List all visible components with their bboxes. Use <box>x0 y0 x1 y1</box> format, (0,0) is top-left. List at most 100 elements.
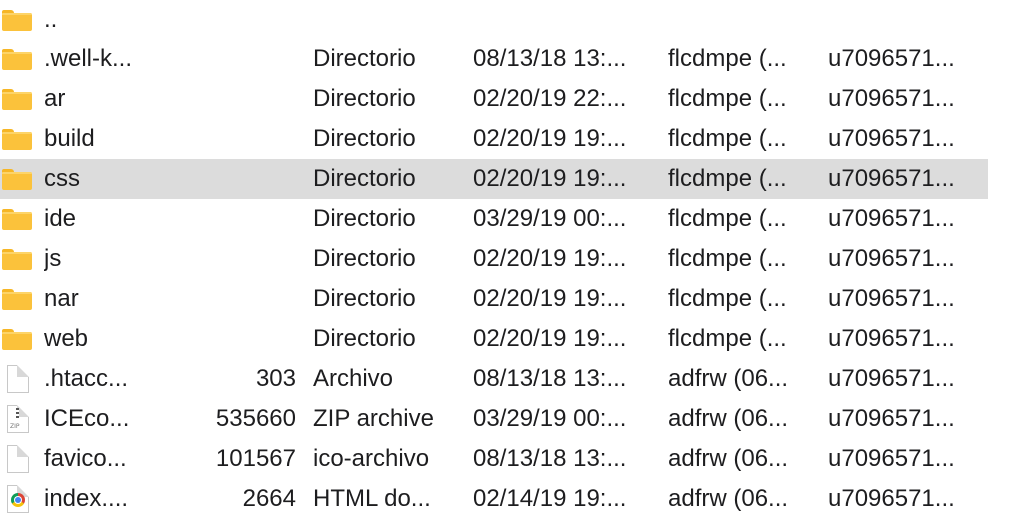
folder-icon-cell <box>2 119 32 159</box>
file-owner: adfrw (06... <box>668 445 789 472</box>
file-modified: 08/13/18 13:... <box>473 445 627 472</box>
file-row[interactable]: .well-k... Directorio 08/13/18 13:... fl… <box>0 39 988 79</box>
file-modified: 03/29/19 00:... <box>473 205 627 232</box>
file-modified: 08/13/18 13:... <box>473 365 627 392</box>
folder-icon-cell <box>2 79 32 119</box>
file-name: ar <box>44 85 66 112</box>
file-type: Directorio <box>313 245 416 272</box>
folder-icon <box>2 10 32 31</box>
file-row[interactable]: build Directorio 02/20/19 19:... flcdmpe… <box>0 119 988 159</box>
folder-icon <box>2 129 32 150</box>
file-name: web <box>44 325 89 352</box>
file-name: css <box>44 165 80 192</box>
file-owner: flcdmpe (... <box>668 85 787 112</box>
file-name: js <box>44 245 62 272</box>
file-modified: 02/20/19 19:... <box>473 285 627 312</box>
file-owner: flcdmpe (... <box>668 285 787 312</box>
file-row[interactable]: .htacc... 303 Archivo 08/13/18 13:... ad… <box>0 359 988 399</box>
file-type: Directorio <box>313 85 416 112</box>
folder-icon <box>2 169 32 190</box>
file-row[interactable]: web Directorio 02/20/19 19:... flcdmpe (… <box>0 319 988 359</box>
folder-icon-cell <box>2 319 32 359</box>
file-row[interactable]: nar Directorio 02/20/19 19:... flcdmpe (… <box>0 279 988 319</box>
chrome-html-file-icon <box>7 485 29 513</box>
folder-icon <box>2 89 32 110</box>
file-group: u7096571... <box>828 125 955 152</box>
folder-icon-cell <box>2 39 32 79</box>
file-size: 535660 <box>215 405 296 432</box>
folder-icon <box>2 329 32 350</box>
folder-icon <box>2 249 32 270</box>
file-name: .well-k... <box>44 45 133 72</box>
document-icon <box>7 445 29 473</box>
file-modified: 02/14/19 19:... <box>473 485 627 512</box>
file-type: Archivo <box>313 365 394 392</box>
file-row-parent[interactable]: .. <box>0 0 988 40</box>
file-name: ide <box>44 205 77 232</box>
file-owner: adfrw (06... <box>668 365 789 392</box>
file-owner: flcdmpe (... <box>668 205 787 232</box>
file-row[interactable]: ZIP ICEco... 535660 ZIP archive 03/29/19… <box>0 399 988 439</box>
file-modified: 02/20/19 19:... <box>473 245 627 272</box>
file-type: ZIP archive <box>313 405 434 432</box>
file-owner: adfrw (06... <box>668 405 789 432</box>
remote-file-list: .. .well-k... Directorio 08/13/18 13:...… <box>0 0 1014 526</box>
file-name: nar <box>44 285 79 312</box>
file-name: .. <box>44 6 58 33</box>
folder-icon-cell <box>2 199 32 239</box>
file-type: Directorio <box>313 205 416 232</box>
file-row[interactable]: js Directorio 02/20/19 19:... flcdmpe (.… <box>0 239 988 279</box>
document-icon <box>7 365 29 393</box>
file-type: Directorio <box>313 285 416 312</box>
file-group: u7096571... <box>828 85 955 112</box>
file-group: u7096571... <box>828 405 955 432</box>
file-owner: adfrw (06... <box>668 485 789 512</box>
file-group: u7096571... <box>828 285 955 312</box>
file-row[interactable]: index.... 2664 HTML do... 02/14/19 19:..… <box>0 479 988 519</box>
file-name: build <box>44 125 95 152</box>
file-type: Directorio <box>313 325 416 352</box>
file-owner: flcdmpe (... <box>668 325 787 352</box>
chrome-html-file-icon-cell <box>2 479 32 519</box>
document-icon-cell <box>2 439 32 479</box>
folder-icon-cell <box>2 0 32 40</box>
folder-icon <box>2 289 32 310</box>
file-modified: 02/20/19 19:... <box>473 165 627 192</box>
document-icon-cell <box>2 359 32 399</box>
file-row[interactable]: ar Directorio 02/20/19 22:... flcdmpe (.… <box>0 79 988 119</box>
folder-icon <box>2 209 32 230</box>
file-modified: 03/29/19 00:... <box>473 405 627 432</box>
file-row[interactable]: ide Directorio 03/29/19 00:... flcdmpe (… <box>0 199 988 239</box>
zip-file-icon: ZIP <box>7 405 29 433</box>
file-type: HTML do... <box>313 485 431 512</box>
file-modified: 02/20/19 22:... <box>473 85 627 112</box>
file-group: u7096571... <box>828 245 955 272</box>
file-type: Directorio <box>313 45 416 72</box>
file-modified: 08/13/18 13:... <box>473 45 627 72</box>
file-modified: 02/20/19 19:... <box>473 125 627 152</box>
file-owner: flcdmpe (... <box>668 45 787 72</box>
folder-icon-cell <box>2 159 32 199</box>
file-owner: flcdmpe (... <box>668 125 787 152</box>
file-size: 2664 <box>242 485 296 512</box>
file-row-selected[interactable]: css Directorio 02/20/19 19:... flcdmpe (… <box>0 159 988 199</box>
file-owner: flcdmpe (... <box>668 245 787 272</box>
file-group: u7096571... <box>828 445 955 472</box>
file-type: Directorio <box>313 165 416 192</box>
file-group: u7096571... <box>828 365 955 392</box>
file-row[interactable]: favico... 101567 ico-archivo 08/13/18 13… <box>0 439 988 479</box>
file-group: u7096571... <box>828 205 955 232</box>
file-size: 101567 <box>215 445 296 472</box>
zip-file-icon-cell: ZIP <box>2 399 32 439</box>
folder-icon-cell <box>2 279 32 319</box>
file-group: u7096571... <box>828 165 955 192</box>
file-type: Directorio <box>313 125 416 152</box>
file-size: 303 <box>255 365 296 392</box>
folder-icon-cell <box>2 239 32 279</box>
file-group: u7096571... <box>828 45 955 72</box>
file-group: u7096571... <box>828 325 955 352</box>
file-modified: 02/20/19 19:... <box>473 325 627 352</box>
file-group: u7096571... <box>828 485 955 512</box>
folder-icon <box>2 49 32 70</box>
file-owner: flcdmpe (... <box>668 165 787 192</box>
